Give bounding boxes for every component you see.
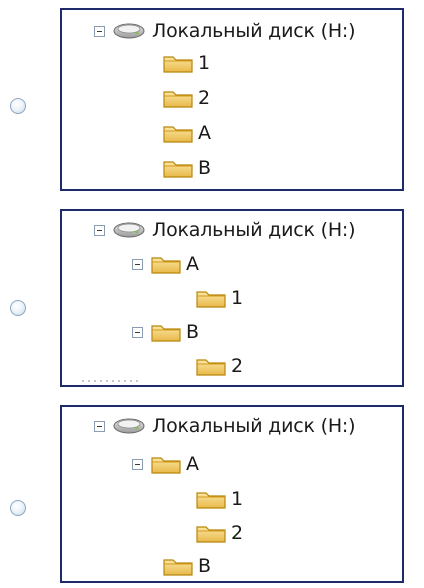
- folder-icon: [151, 457, 181, 474]
- folder-label: B: [198, 157, 211, 179]
- folder-label: A: [198, 122, 211, 144]
- folder-icon: [196, 492, 226, 509]
- folder-row[interactable]: 2: [195, 353, 243, 379]
- drive-label: Локальный диск (H:): [152, 20, 356, 42]
- collapse-icon[interactable]: [94, 224, 105, 236]
- folder-row[interactable]: 1: [195, 486, 243, 512]
- folder-label: A: [186, 453, 199, 475]
- hard-drive-icon: [113, 222, 145, 238]
- drive-row[interactable]: Локальный диск (H:): [94, 217, 356, 243]
- folder-icon: [196, 526, 226, 543]
- drive-row[interactable]: Локальный диск (H:): [94, 18, 356, 44]
- folder-label: 2: [198, 87, 210, 109]
- folder-icon: [163, 126, 193, 143]
- folder-label: 2: [231, 522, 243, 544]
- folder-row[interactable]: B: [162, 553, 211, 579]
- folder-row[interactable]: 1: [195, 285, 243, 311]
- hard-drive-icon: [113, 418, 145, 434]
- folder-label: 1: [231, 488, 243, 510]
- collapse-icon[interactable]: [132, 258, 143, 270]
- option-2-tree-panel: Локальный диск (H:) A 1 B 2: [60, 209, 404, 387]
- option-1-tree-panel: Локальный диск (H:) 1 2 A B: [60, 8, 404, 191]
- folder-icon: [151, 325, 181, 342]
- dotted-divider: [82, 380, 142, 382]
- collapse-icon[interactable]: [94, 25, 105, 37]
- option-2-radio[interactable]: [10, 300, 26, 316]
- collapse-icon[interactable]: [94, 420, 105, 432]
- folder-label: A: [186, 253, 199, 275]
- folder-row[interactable]: 1: [162, 50, 210, 76]
- question-page: Локальный диск (H:) 1 2 A B Локальный ди…: [0, 0, 424, 588]
- folder-icon: [196, 291, 226, 308]
- drive-label: Локальный диск (H:): [152, 219, 356, 241]
- folder-icon: [196, 359, 226, 376]
- folder-label: B: [198, 555, 211, 577]
- folder-label: 1: [231, 287, 243, 309]
- folder-row[interactable]: A: [132, 251, 199, 277]
- collapse-icon[interactable]: [132, 326, 143, 338]
- folder-icon: [163, 559, 193, 576]
- option-3-radio[interactable]: [10, 500, 26, 516]
- collapse-icon[interactable]: [132, 458, 143, 470]
- option-1-radio[interactable]: [10, 98, 26, 114]
- hard-drive-icon: [113, 23, 145, 39]
- folder-row[interactable]: A: [132, 451, 199, 477]
- option-3-tree-panel: Локальный диск (H:) A 1 2 B: [60, 405, 404, 583]
- folder-icon: [163, 91, 193, 108]
- folder-icon: [151, 257, 181, 274]
- folder-row[interactable]: A: [162, 120, 211, 146]
- folder-row[interactable]: B: [162, 155, 211, 181]
- drive-label: Локальный диск (H:): [152, 415, 356, 437]
- folder-icon: [163, 161, 193, 178]
- folder-row[interactable]: 2: [195, 520, 243, 546]
- folder-label: 2: [231, 355, 243, 377]
- folder-row[interactable]: B: [132, 319, 199, 345]
- folder-row[interactable]: 2: [162, 85, 210, 111]
- folder-icon: [163, 56, 193, 73]
- folder-label: B: [186, 321, 199, 343]
- folder-label: 1: [198, 52, 210, 74]
- drive-row[interactable]: Локальный диск (H:): [94, 413, 356, 439]
